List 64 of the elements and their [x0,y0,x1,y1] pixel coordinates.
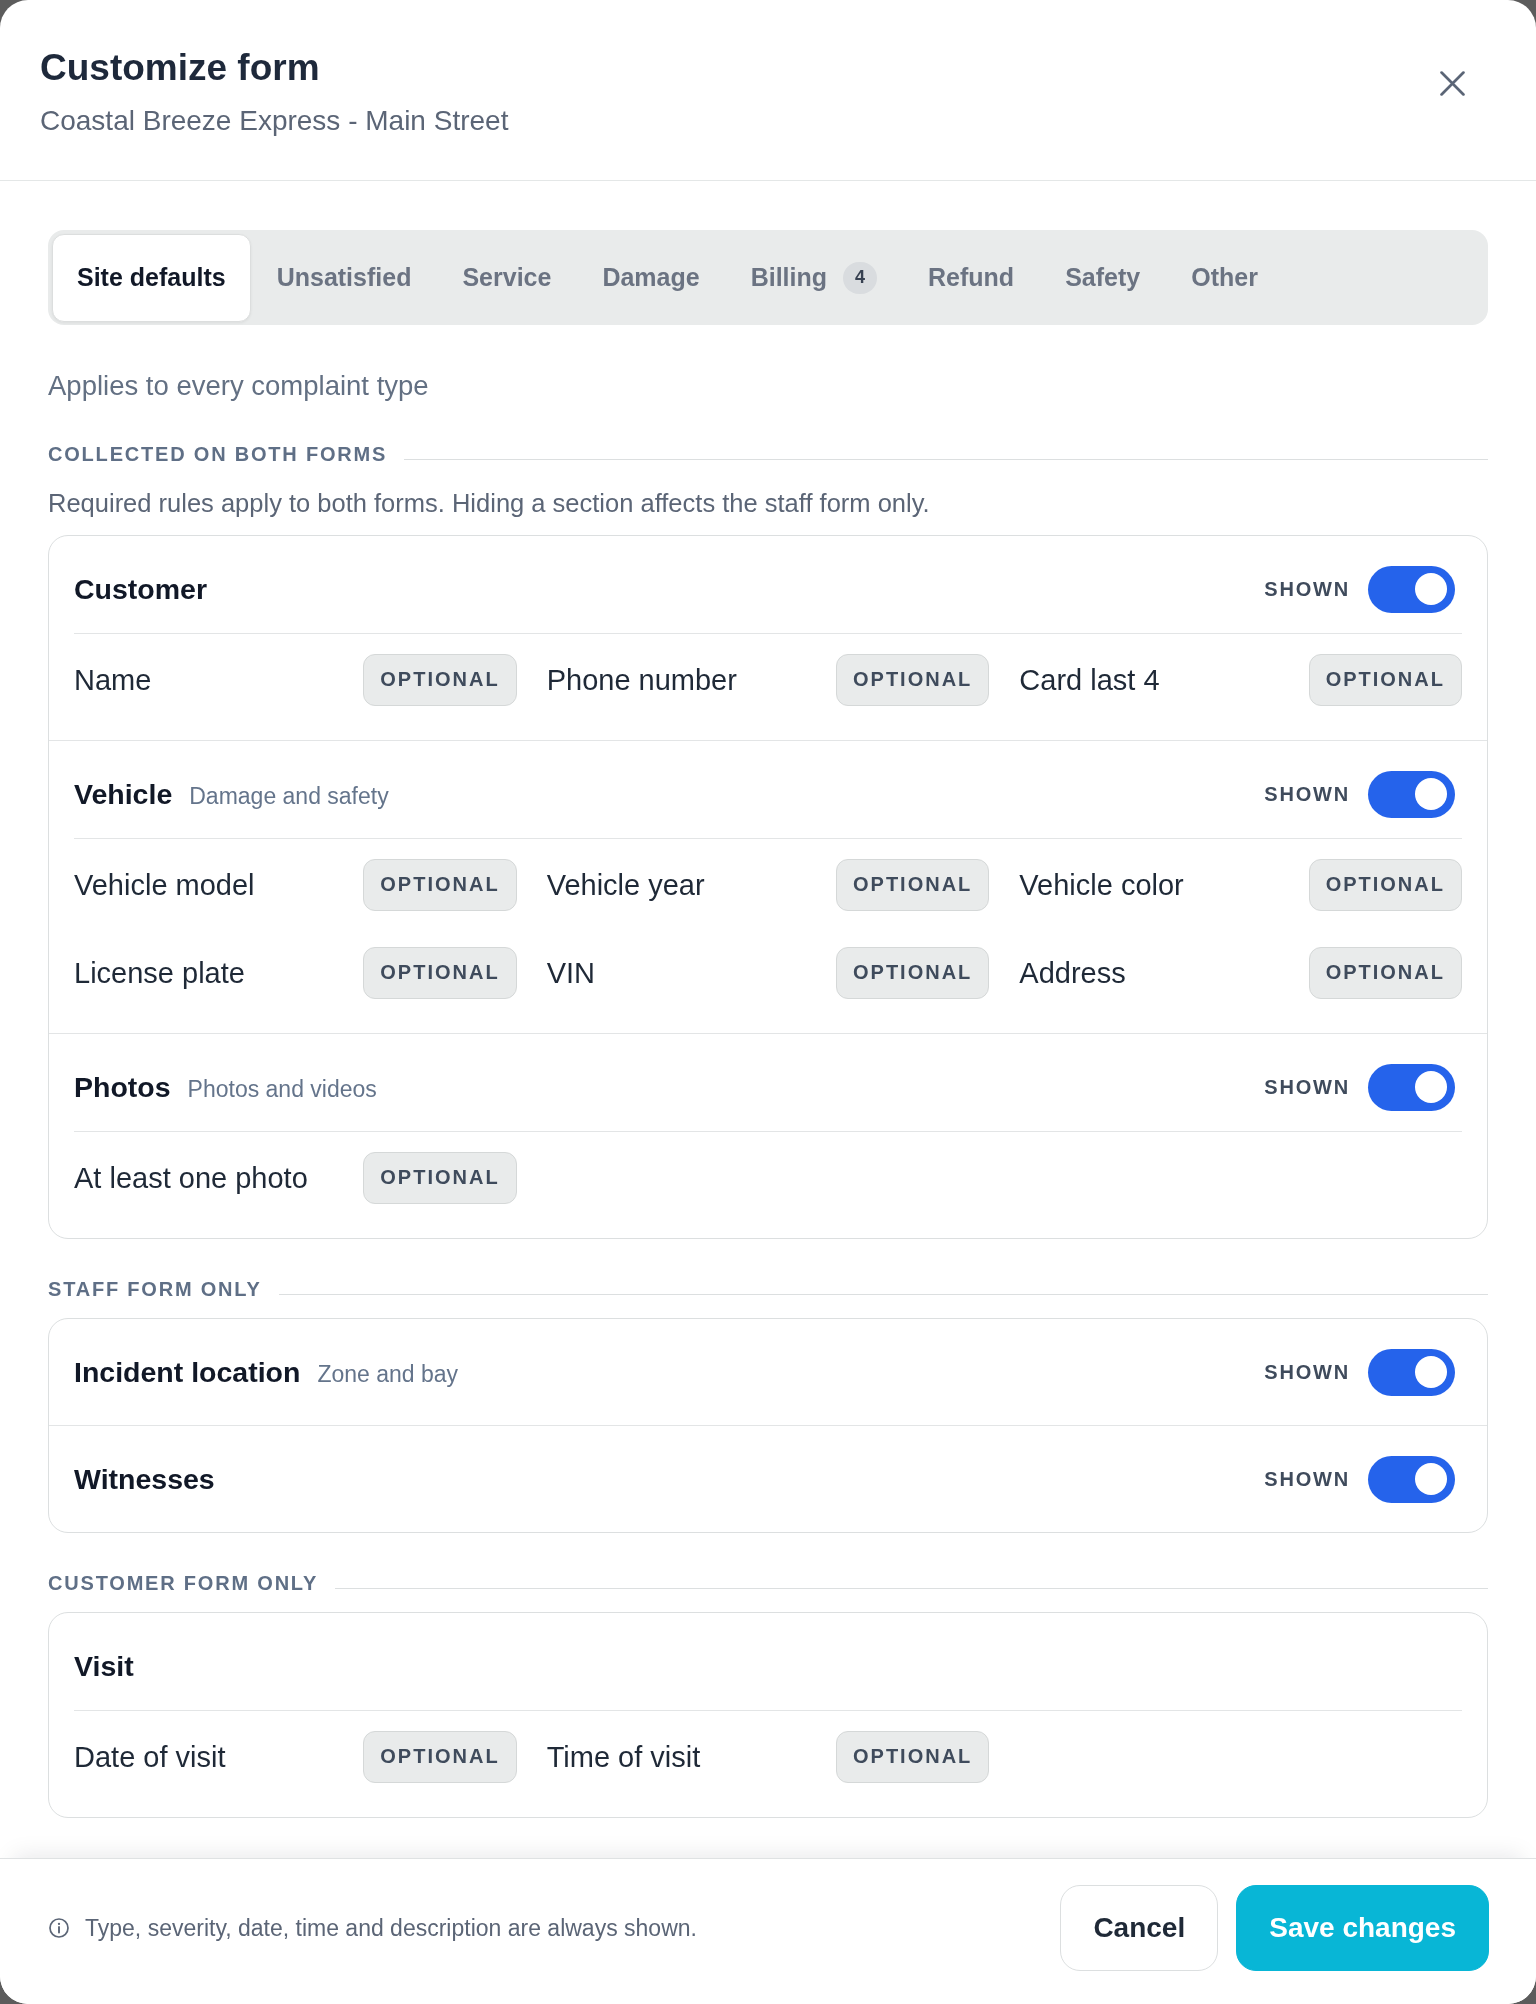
requirement-chip[interactable]: OPTIONAL [363,653,517,706]
tab[interactable]: Refund [902,233,1040,322]
requirement-chip[interactable]: OPTIONAL [363,1151,517,1204]
visibility-toggle[interactable] [1368,1063,1455,1111]
field-label: VIN [546,955,595,991]
tab[interactable]: Site defaults [51,233,252,322]
requirement-chip[interactable]: OPTIONAL [1308,858,1462,911]
visibility-label: SHOWN [1264,1075,1350,1099]
visibility-label: SHOWN [1264,577,1350,601]
count-badge: 4 [843,261,878,294]
group-heading: CUSTOMER FORM ONLY [48,1570,319,1596]
visibility-toggle[interactable] [1368,770,1455,818]
requirement-chip[interactable]: OPTIONAL [363,858,517,911]
section-title: Incident location [74,1355,301,1390]
group-heading: STAFF FORM ONLY [48,1276,262,1302]
section-title: Visit [74,1649,134,1684]
field-label: Time of visit [546,1739,701,1775]
requirement-chip[interactable]: OPTIONAL [1308,653,1462,706]
section-title: Witnesses [74,1462,215,1497]
field-label: Address [1019,955,1126,991]
visibility-toggle[interactable] [1368,565,1455,613]
visibility-toggle[interactable] [1368,1455,1455,1503]
group-note: Required rules apply to both forms. Hiding a section affects the staff form only. [48,487,931,519]
field-label: Phone number [546,662,737,698]
field-label: At least one photo [74,1160,308,1196]
tab[interactable]: Safety [1039,233,1166,322]
group-heading: COLLECTED ON BOTH FORMS [48,441,388,467]
visibility-toggle[interactable] [1368,1348,1455,1396]
scope-note: Applies to every complaint type [48,368,430,403]
cancel-button[interactable]: Cancel [1060,1885,1219,1971]
section-title: Customer [74,572,208,607]
section-title: Photos [74,1070,171,1105]
requirement-chip[interactable]: OPTIONAL [1308,946,1462,999]
visibility-label: SHOWN [1264,1360,1350,1384]
info-icon [49,1918,69,1938]
field-label: Vehicle model [74,867,255,903]
section-description: Damage and safety [189,782,389,811]
section-description: Photos and videos [187,1075,377,1104]
close-icon [1440,71,1465,96]
visibility-label: SHOWN [1264,1467,1350,1491]
tab[interactable]: Service [436,233,577,322]
field-label: License plate [74,955,245,991]
field-label: Name [74,662,152,698]
close-button[interactable] [1440,71,1465,96]
section-title: Vehicle [74,777,173,812]
requirement-chip[interactable]: OPTIONAL [836,946,990,999]
visibility-label: SHOWN [1264,782,1350,806]
field-label: Vehicle color [1019,867,1184,903]
dialog-subtitle: Coastal Breeze Express - Main Street [40,104,509,138]
section-description: Zone and bay [317,1360,459,1389]
requirement-chip[interactable]: OPTIONAL [363,1730,517,1783]
requirement-chip[interactable]: OPTIONAL [836,1730,990,1783]
footer-note: Type, severity, date, time and description are always shown. [85,1914,697,1943]
field-label: Date of visit [74,1739,226,1775]
tab[interactable]: Unsatisfied [251,233,437,322]
requirement-chip[interactable]: OPTIONAL [363,946,517,999]
tab[interactable]: Damage [576,233,726,322]
dialog-title: Customize form [40,46,321,90]
field-label: Vehicle year [546,867,705,903]
tab[interactable]: Billing 4 [725,233,903,322]
requirement-chip[interactable]: OPTIONAL [836,858,990,911]
requirement-chip[interactable]: OPTIONAL [836,653,990,706]
field-label: Card last 4 [1019,662,1160,698]
tab[interactable]: Other [1165,233,1284,322]
